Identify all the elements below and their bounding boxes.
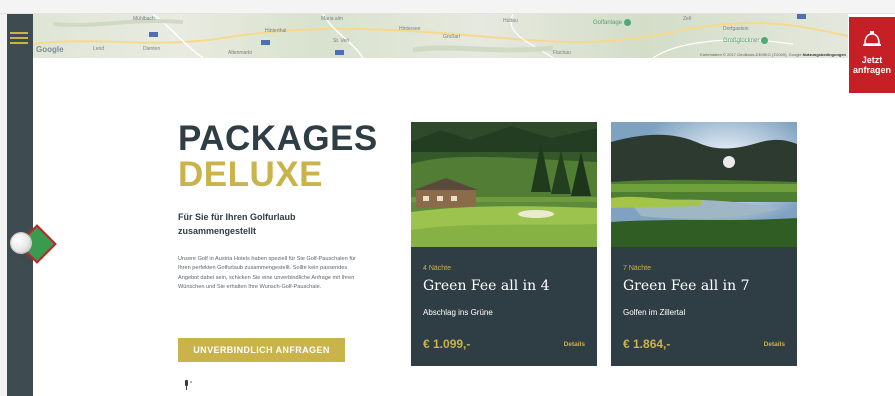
golf-lake-image [611, 122, 797, 247]
map-label: Mühlbach [133, 16, 155, 22]
tab-dots [40, 5, 160, 18]
map-label: Maria alm [321, 16, 343, 22]
card-subtitle: Golfen im Zillertal [623, 308, 686, 317]
map-attribution-text: Kartendaten © 2017 GeoBasis-DE/BKG (©200… [700, 52, 802, 57]
terms-link[interactable]: Nutzungsbedingungen [803, 52, 846, 57]
card-details-link[interactable]: Details [764, 341, 785, 348]
map-place-glockner[interactable]: Großglockner [723, 37, 769, 44]
map-label: Hüttau [503, 18, 518, 24]
map-place-label: Großglockner [723, 37, 760, 44]
request-label-2: anfragen [852, 65, 891, 75]
google-logo: Google [36, 45, 64, 54]
left-sidebar [7, 14, 33, 396]
map-place-label: Golfanlage [593, 19, 623, 26]
hamburger-icon[interactable] [10, 32, 28, 44]
hero-subtitle: Für Sie für Ihren Golfurlaub zusammenges… [178, 212, 296, 236]
map-label: Altenmarkt [228, 50, 252, 56]
title-deluxe: DELUXE [178, 155, 323, 194]
golf-ball-icon [11, 233, 31, 253]
map-label: Flachau [553, 50, 571, 56]
window-left-edge [0, 14, 7, 396]
map-label: Dienten [143, 46, 161, 52]
request-offer-button[interactable]: UNVERBINDLICH ANFRAGEN [178, 338, 345, 362]
golf-badge[interactable]: GOLF [9, 224, 59, 267]
card-nights: 4 Nächte [423, 265, 452, 272]
map-pin-icon [761, 37, 769, 44]
map-label: Großarl [443, 34, 460, 40]
map-strip[interactable]: Mühlbach Maria alm Hinterthal Hintersee … [33, 14, 848, 58]
card-price: € 1.099,- [423, 337, 471, 351]
package-card-4[interactable]: 4 Nächte Green Fee all in 4 Abschlag ins… [411, 122, 597, 366]
golf-course-image [411, 122, 597, 247]
map-label: St. Veit [333, 38, 349, 44]
request-button[interactable]: Jetzt anfragen [849, 17, 895, 93]
map-label: Lend [93, 46, 105, 52]
card-title[interactable]: Green Fee all in 7 [623, 278, 750, 294]
package-card-7[interactable]: 7 Nächte Green Fee all in 7 Golfen im Zi… [611, 122, 797, 366]
map-attribution: Kartendaten © 2017 GeoBasis-DE/BKG (©200… [700, 52, 846, 57]
mouse-cursor-icon [183, 377, 193, 390]
map-label: Zell [683, 16, 692, 22]
browser-top-strip [0, 0, 895, 18]
map-label: Hinterthal [265, 28, 287, 34]
card-price: € 1.864,- [623, 337, 671, 351]
title-packages: PACKAGES [178, 119, 378, 158]
bell-icon [849, 31, 895, 52]
map-label: Dorfgastein [723, 26, 749, 32]
map-place-golf[interactable]: Golfanlage [593, 19, 632, 26]
hero-body: Unsere Golf in Austria Hotels haben spez… [178, 256, 356, 291]
request-label-1: Jetzt [861, 55, 883, 65]
card-details-link[interactable]: Details [564, 341, 585, 348]
map-label: Hintersee [399, 26, 421, 32]
map-pin-icon [624, 19, 632, 26]
card-title[interactable]: Green Fee all in 4 [423, 278, 550, 294]
card-nights: 7 Nächte [623, 265, 652, 272]
card-subtitle: Abschlag ins Grüne [423, 308, 493, 317]
